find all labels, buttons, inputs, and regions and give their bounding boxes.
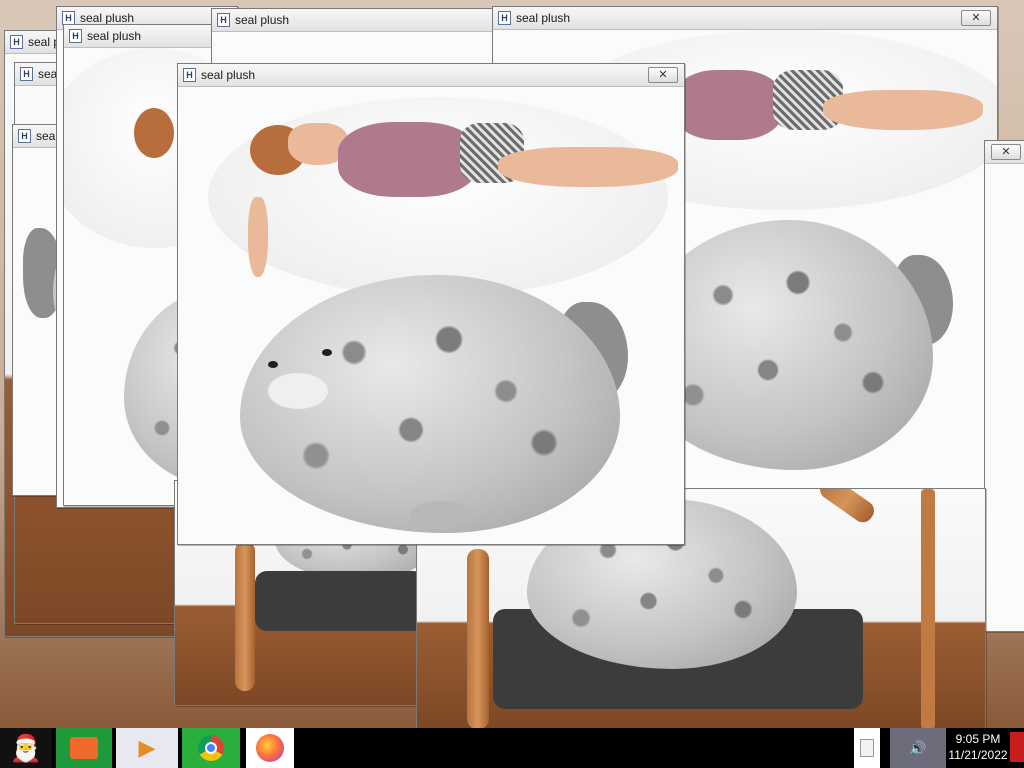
- window-title: seal plush: [235, 13, 290, 27]
- close-button[interactable]: ✕: [991, 144, 1021, 160]
- leg-image: [498, 147, 678, 187]
- taskbar-media-player[interactable]: ▶: [116, 728, 178, 768]
- media-player-icon: ▶: [138, 735, 156, 760]
- hair-image: [134, 108, 174, 158]
- leg-image: [823, 90, 983, 130]
- shirt-image: [338, 122, 478, 197]
- taskbar-firefox[interactable]: [246, 728, 294, 768]
- window-titlebar[interactable]: H seal plush ✕: [178, 64, 684, 87]
- close-button[interactable]: ✕: [961, 10, 991, 26]
- chair-arm-image: [235, 541, 255, 691]
- file-manager-icon: [70, 737, 98, 759]
- window-title: seal plush: [87, 29, 142, 43]
- start-button[interactable]: 🎅: [0, 728, 52, 768]
- window-title: seal plush: [201, 68, 256, 82]
- chair-seat-image: [255, 571, 417, 631]
- seal-eye-image: [268, 361, 278, 368]
- network-volume-icon: 🔊: [909, 740, 927, 756]
- document-icon: [860, 739, 874, 757]
- image-window-active[interactable]: H seal plush ✕: [177, 63, 685, 545]
- chair-arm-image: [816, 489, 878, 527]
- app-icon: H: [62, 11, 75, 25]
- seal-flipper-image: [410, 501, 470, 527]
- window-titlebar[interactable]: ✕: [985, 141, 1024, 164]
- app-icon: H: [498, 11, 511, 25]
- taskbar-file-manager[interactable]: [56, 728, 112, 768]
- seal-eye-image: [322, 349, 332, 356]
- desktop: H seal plush H seal plush H seal plush H…: [0, 0, 1024, 728]
- app-icon: H: [20, 67, 33, 81]
- chair-arm-image: [467, 549, 489, 728]
- image-content: [985, 164, 1024, 631]
- arm-image: [248, 197, 268, 277]
- clock-time: 9:05 PM: [955, 732, 1001, 746]
- app-icon: H: [69, 29, 82, 43]
- clock-date: 11/21/2022: [948, 748, 1008, 762]
- santa-start-icon: 🎅: [9, 733, 43, 763]
- show-desktop-button[interactable]: [1010, 732, 1024, 762]
- chrome-icon: [198, 735, 224, 761]
- shirt-image: [673, 70, 783, 140]
- seal-plush-image: [240, 275, 620, 533]
- image-window[interactable]: ✕: [984, 140, 1024, 632]
- window-title: seal plush: [80, 11, 135, 25]
- window-titlebar[interactable]: H seal plush: [212, 9, 502, 32]
- taskbar-chrome[interactable]: [182, 728, 240, 768]
- firefox-icon: [256, 734, 284, 762]
- seal-muzzle-image: [268, 373, 328, 409]
- app-icon: H: [183, 68, 196, 82]
- image-content: [178, 87, 684, 544]
- taskbar: 🎅 ▶ 🔊 9:05 PM 11/21/2022: [0, 728, 1024, 768]
- tray-document[interactable]: [854, 728, 880, 768]
- app-icon: H: [18, 129, 31, 143]
- close-button[interactable]: ✕: [648, 67, 678, 83]
- window-titlebar[interactable]: H seal plush ✕: [493, 7, 997, 30]
- taskbar-clock[interactable]: 9:05 PM 11/21/2022: [948, 731, 1008, 763]
- app-icon: H: [10, 35, 23, 49]
- chair-frame-image: [921, 489, 935, 728]
- image-window[interactable]: H seal plush: [211, 8, 503, 70]
- app-icon: H: [217, 13, 230, 27]
- window-title: seal plush: [516, 11, 571, 25]
- tray-network-volume[interactable]: 🔊: [890, 728, 946, 768]
